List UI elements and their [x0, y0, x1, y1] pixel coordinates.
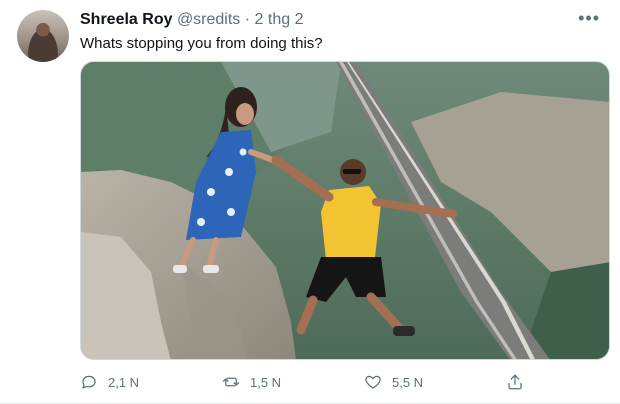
heart-icon	[365, 375, 381, 389]
avatar[interactable]	[17, 10, 69, 62]
reply-count: 2,1 N	[108, 374, 140, 390]
like-button[interactable]: 5,5 N	[364, 370, 423, 394]
separator-dot: ·	[244, 11, 251, 28]
timestamp[interactable]: 2 thg 2	[255, 11, 304, 28]
reply-button[interactable]: 2,1 N	[80, 370, 139, 394]
author-name[interactable]: Shreela Roy	[80, 11, 172, 28]
share-icon	[508, 374, 522, 390]
retweet-button[interactable]: 1,5 N	[222, 370, 281, 394]
retweet-count: 1,5 N	[250, 374, 282, 390]
retweet-icon	[222, 377, 240, 387]
more-dots-icon[interactable]: •••	[578, 8, 600, 28]
tweet-header: Shreela Roy @sredits · 2 thg 2 •••	[80, 8, 600, 32]
tweet-text: Whats stopping you from doing this?	[80, 35, 323, 52]
share-button[interactable]	[506, 370, 524, 394]
like-count: 5,5 N	[392, 374, 424, 390]
tweet-card[interactable]: Shreela Roy @sredits · 2 thg 2 ••• Whats…	[0, 0, 620, 404]
reply-icon	[82, 375, 96, 389]
tweet-actions: 2,1 N 1,5 N 5,5 N	[80, 370, 530, 394]
cliff-photo	[81, 62, 609, 359]
tweet-photo[interactable]	[80, 61, 610, 360]
author-handle[interactable]: @sredits	[177, 11, 240, 28]
